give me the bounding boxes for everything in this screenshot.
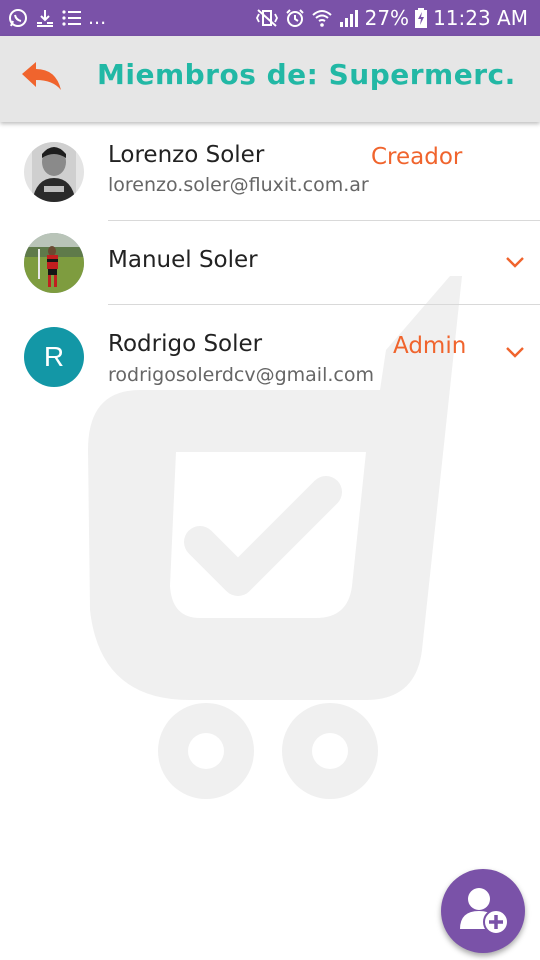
whatsapp-icon xyxy=(8,8,28,28)
member-row[interactable]: Lorenzo Soler lorenzo.soler@fluxit.com.a… xyxy=(0,122,540,221)
role-label: Admin xyxy=(393,333,467,359)
avatar xyxy=(24,233,84,293)
avatar: R xyxy=(24,327,84,387)
avatar xyxy=(24,142,84,202)
member-name: Lorenzo Soler xyxy=(108,142,265,168)
alarm-icon xyxy=(285,8,305,28)
status-overflow: ... xyxy=(88,7,107,29)
clock: 11:23 AM xyxy=(433,6,528,30)
status-bar: ... 27% 11:23 AM xyxy=(0,0,540,36)
list-icon xyxy=(62,9,82,27)
app-bar: Miembros de: Supermerc... xyxy=(0,36,540,122)
add-member-button[interactable] xyxy=(441,869,525,953)
member-email: rodrigosolerdcv@gmail.com xyxy=(108,364,374,386)
chevron-down-icon[interactable] xyxy=(504,255,526,269)
wifi-icon xyxy=(311,8,333,28)
download-icon xyxy=(34,8,56,28)
role-label: Creador xyxy=(371,144,463,170)
member-email: lorenzo.soler@fluxit.com.ar xyxy=(108,174,369,196)
page-title: Miembros de: Supermerc... xyxy=(97,58,517,91)
battery-percent: 27% xyxy=(364,6,410,30)
member-row[interactable]: R Rodrigo Soler rodrigosolerdcv@gmail.co… xyxy=(0,305,540,405)
add-member-icon xyxy=(460,888,509,935)
vibrate-icon xyxy=(255,8,279,28)
member-name: Rodrigo Soler xyxy=(108,331,263,357)
member-name: Manuel Soler xyxy=(108,247,258,273)
back-arrow-icon xyxy=(22,62,61,90)
members-list: Lorenzo Soler lorenzo.soler@fluxit.com.a… xyxy=(0,122,540,405)
back-button[interactable] xyxy=(20,60,64,98)
battery-icon xyxy=(415,8,428,28)
chevron-down-icon[interactable] xyxy=(504,345,526,359)
member-row[interactable]: Manuel Soler xyxy=(0,221,540,305)
signal-icon xyxy=(339,8,359,28)
